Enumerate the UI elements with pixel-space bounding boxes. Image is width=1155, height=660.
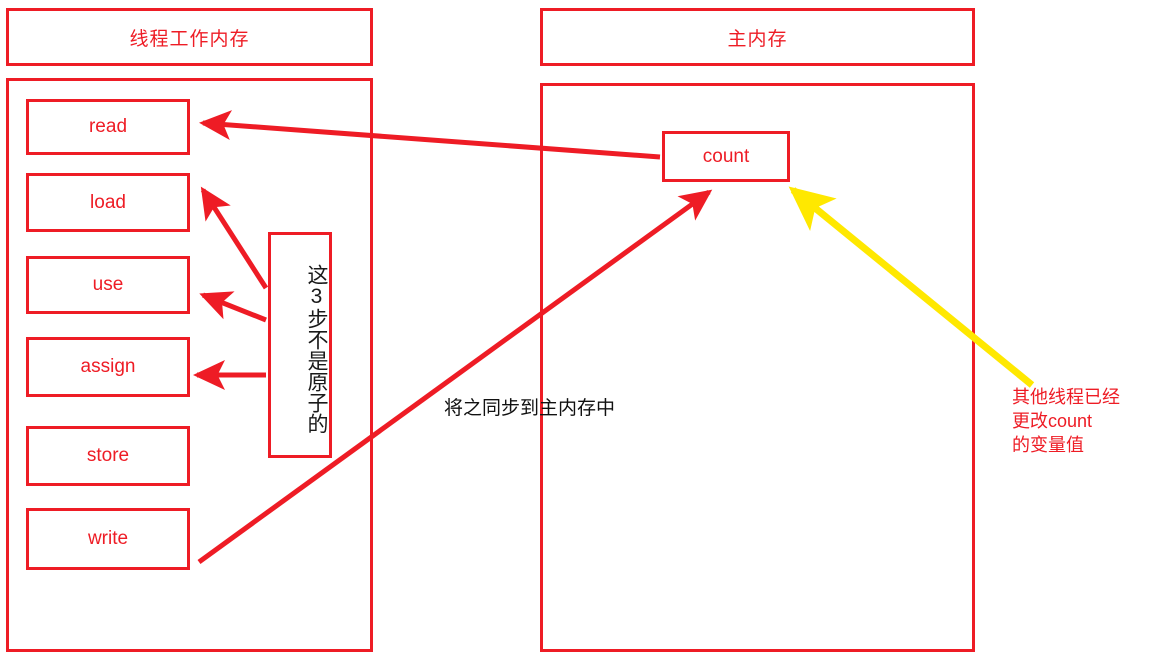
- main-memory-title: 主内存: [727, 28, 788, 50]
- callout-other-thread-line1: 其他线程已经: [1012, 387, 1120, 407]
- operation-label-write: write: [87, 528, 129, 549]
- operation-box-write[interactable]: write: [26, 508, 190, 570]
- operation-box-assign[interactable]: assign: [26, 337, 190, 397]
- thread-working-memory-title-box: 线程工作内存: [6, 8, 373, 66]
- operation-label-assign: assign: [80, 356, 136, 377]
- diagram-canvas: 线程工作内存 read load use assign store write …: [0, 0, 1155, 660]
- operation-label-read: read: [88, 116, 128, 137]
- operation-box-store[interactable]: store: [26, 426, 190, 486]
- operation-box-use[interactable]: use: [26, 256, 190, 314]
- callout-sync-to-main-memory: 将之同步到主内存中: [444, 398, 616, 419]
- operation-label-load: load: [90, 191, 126, 213]
- main-memory-title-box: 主内存: [540, 8, 975, 66]
- operation-label-store: store: [86, 445, 130, 466]
- thread-working-memory-title: 线程工作内存: [129, 28, 250, 50]
- operation-box-load[interactable]: load: [26, 173, 190, 232]
- variable-box-count[interactable]: count: [662, 131, 790, 182]
- atomicity-note-text: 这3步不是原子的: [305, 264, 328, 434]
- operation-box-read[interactable]: read: [26, 99, 190, 155]
- variable-label-count: count: [702, 145, 750, 167]
- operation-label-use: use: [92, 274, 124, 295]
- callout-other-thread-line2: 更改count: [1012, 411, 1093, 431]
- callout-other-thread-line3: 的变量值: [1012, 435, 1084, 455]
- callout-other-thread-modified: 其他线程已经 更改count 的变量值: [1012, 385, 1120, 457]
